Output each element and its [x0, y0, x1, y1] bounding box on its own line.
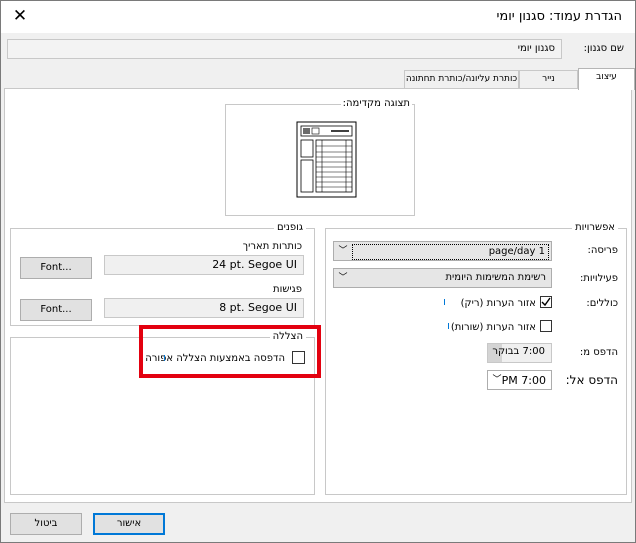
style-name-label: שם סגנון: [583, 43, 624, 54]
appointments-font-field[interactable]: 8 pt. Segoe UI [104, 298, 304, 318]
tab-format[interactable]: עיצוב [578, 68, 635, 90]
print-to-dropdown[interactable]: ﹀ 7:00 PM [487, 370, 552, 390]
include-label: כוללים: [586, 298, 618, 309]
preview-label: תצוגה מקדימה: [340, 98, 412, 109]
appointments-font-value: 8 pt. Segoe UI [219, 301, 297, 314]
notes-lined-checkbox[interactable] [540, 320, 552, 332]
appointments-label: פגישות [273, 284, 302, 295]
tab-paper[interactable]: נייר [519, 70, 578, 89]
layout-dropdown[interactable]: ﹀ 1 page/day [333, 241, 552, 261]
print-from-field[interactable]: 7:00 בבוקר [487, 343, 552, 363]
notes-lined-label: אזור הערות (שורות) [450, 322, 536, 333]
highlight-annotation [139, 325, 321, 378]
date-headings-font-field[interactable]: 24 pt. Segoe UI [104, 255, 304, 275]
layout-label: פריסה: [587, 245, 618, 256]
print-to-label: הדפס אל: [565, 373, 618, 387]
tasks-label: פעילויות: [579, 273, 618, 284]
checkmark-icon [541, 297, 551, 307]
access-key-marker [444, 299, 445, 305]
tab-strip: עיצוב נייר כותרת עליונה/כותרת תחתונה [404, 68, 635, 90]
print-to-value: 7:00 PM [501, 374, 546, 387]
tasks-value: רשימת המשימות היומית [445, 272, 546, 283]
fonts-title: גופנים [274, 222, 306, 233]
options-title: אפשרויות [572, 222, 618, 233]
notes-blank-label: אזור הערות (ריק) [460, 298, 536, 309]
style-name-field[interactable]: סגנון יומי [7, 39, 562, 59]
preview-box [225, 104, 415, 216]
ok-button[interactable]: אישור [93, 513, 165, 535]
appointments-font-button[interactable]: Font... [20, 299, 92, 321]
close-icon[interactable]: ✕ [9, 5, 31, 27]
access-key-marker [448, 323, 449, 329]
date-headings-font-value: 24 pt. Segoe UI [212, 258, 297, 271]
chevron-down-icon: ﹀ [338, 246, 348, 256]
print-from-label: הדפס מ: [579, 347, 618, 358]
title-bar: הגדרת עמוד: סגנון יומי ✕ [1, 1, 635, 33]
date-headings-label: כותרות תאריך [242, 241, 302, 252]
cancel-button[interactable]: ביטול [10, 513, 82, 535]
tasks-dropdown[interactable]: ﹀ רשימת המשימות היומית [333, 268, 552, 288]
daily-style-preview-icon [296, 121, 357, 198]
layout-value: 1 page/day [352, 244, 549, 260]
style-name-value: סגנון יומי [517, 43, 555, 54]
tab-header-footer[interactable]: כותרת עליונה/כותרת תחתונה [404, 70, 519, 89]
date-headings-font-button[interactable]: Font... [20, 257, 92, 279]
window-title: הגדרת עמוד: סגנון יומי [496, 9, 622, 24]
page-setup-dialog: הגדרת עמוד: סגנון יומי ✕ שם סגנון: סגנון… [0, 0, 636, 543]
notes-blank-checkbox[interactable] [540, 296, 552, 308]
print-from-value: 7:00 בבוקר [492, 346, 545, 357]
chevron-down-icon: ﹀ [338, 273, 348, 283]
